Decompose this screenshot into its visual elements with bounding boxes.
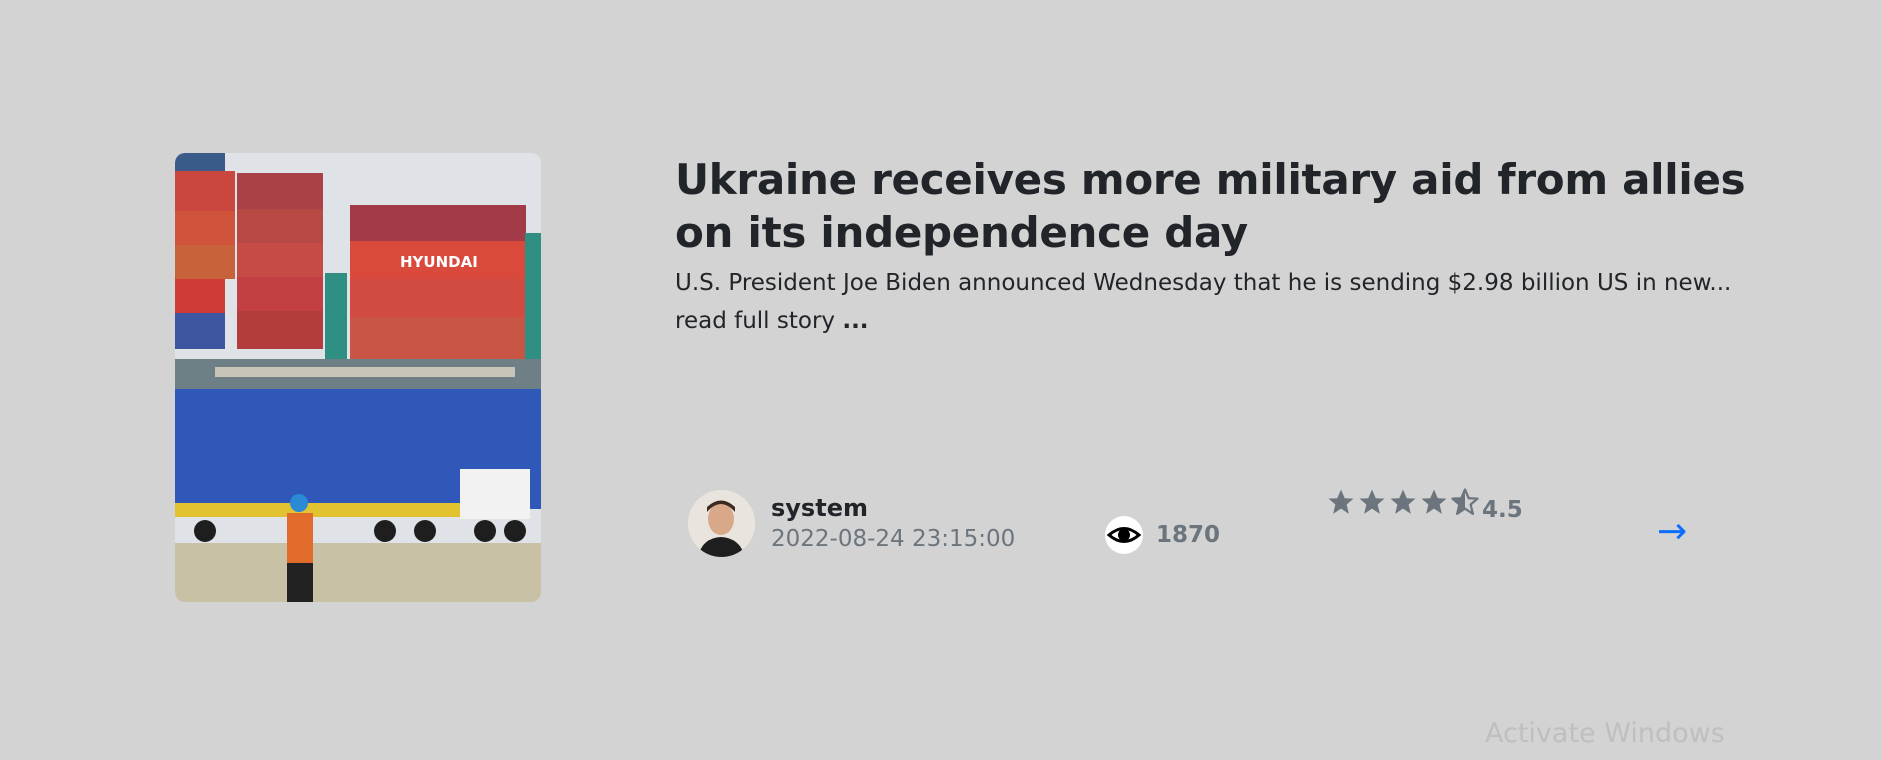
avatar[interactable]	[688, 490, 755, 557]
star-icon	[1390, 489, 1416, 514]
star-icon	[1421, 489, 1447, 514]
rating-value: 4.5	[1482, 497, 1523, 523]
star-half-icon	[1451, 488, 1479, 515]
rating-stars	[1326, 487, 1480, 519]
read-more-dots: ...	[842, 308, 869, 334]
article-summary: U.S. President Joe Biden announced Wedne…	[675, 264, 1755, 340]
read-more-label: read full story	[675, 308, 836, 334]
summary-text: U.S. President Joe Biden announced Wedne…	[675, 270, 1732, 296]
author-name[interactable]: system	[771, 494, 868, 522]
star-icon	[1328, 489, 1354, 514]
activate-windows-watermark: Activate Windows	[1485, 718, 1725, 749]
arrow-right-icon[interactable]: →	[1657, 512, 1687, 552]
container-brand: HYUNDAI	[400, 253, 478, 271]
article-title[interactable]: Ukraine receives more military aid from …	[675, 153, 1755, 259]
article-thumbnail[interactable]: HYUNDAI	[175, 153, 541, 602]
article-image: HYUNDAI	[175, 153, 541, 602]
avatar-image	[688, 490, 755, 557]
view-count: 1870	[1156, 522, 1221, 548]
star-icon	[1359, 489, 1385, 514]
eye-icon	[1105, 516, 1143, 554]
publish-date: 2022-08-24 23:15:00	[771, 526, 1016, 552]
read-more-link[interactable]: read full story ...	[675, 308, 869, 334]
